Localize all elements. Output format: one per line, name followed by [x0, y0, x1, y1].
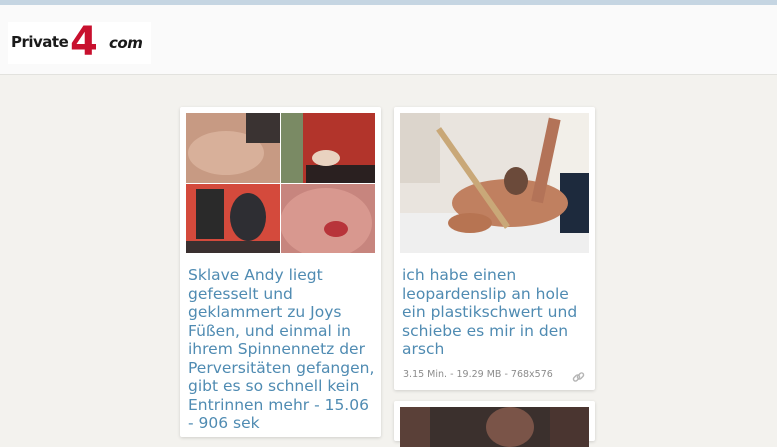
site-header: Private 4 com [0, 5, 777, 75]
video-thumbnail[interactable] [400, 407, 589, 447]
video-title-link[interactable]: Sklave Andy liegt gefesselt und geklamme… [188, 266, 378, 433]
thumbnail-image [400, 407, 589, 447]
logo-text-com: com [109, 34, 143, 52]
thumbnail-collage-image [186, 113, 375, 253]
video-card[interactable] [394, 401, 595, 447]
video-meta-info: 3.15 Min. - 19.29 MB - 768x576 [403, 369, 553, 380]
site-logo[interactable]: Private 4 com [8, 19, 151, 65]
logo-text-private: Private [11, 33, 69, 51]
logo-text-four: 4 [70, 19, 98, 65]
link-icon[interactable] [572, 369, 585, 388]
video-title-link[interactable]: ich habe einen leopardenslip an hole ein… [402, 266, 592, 359]
video-card[interactable]: ich habe einen leopardenslip an hole ein… [394, 107, 595, 390]
video-card[interactable]: Sklave Andy liegt gefesselt und geklamme… [180, 107, 381, 437]
thumbnail-image [400, 113, 589, 253]
video-thumbnail[interactable] [400, 113, 589, 253]
video-thumbnail[interactable] [186, 113, 375, 253]
